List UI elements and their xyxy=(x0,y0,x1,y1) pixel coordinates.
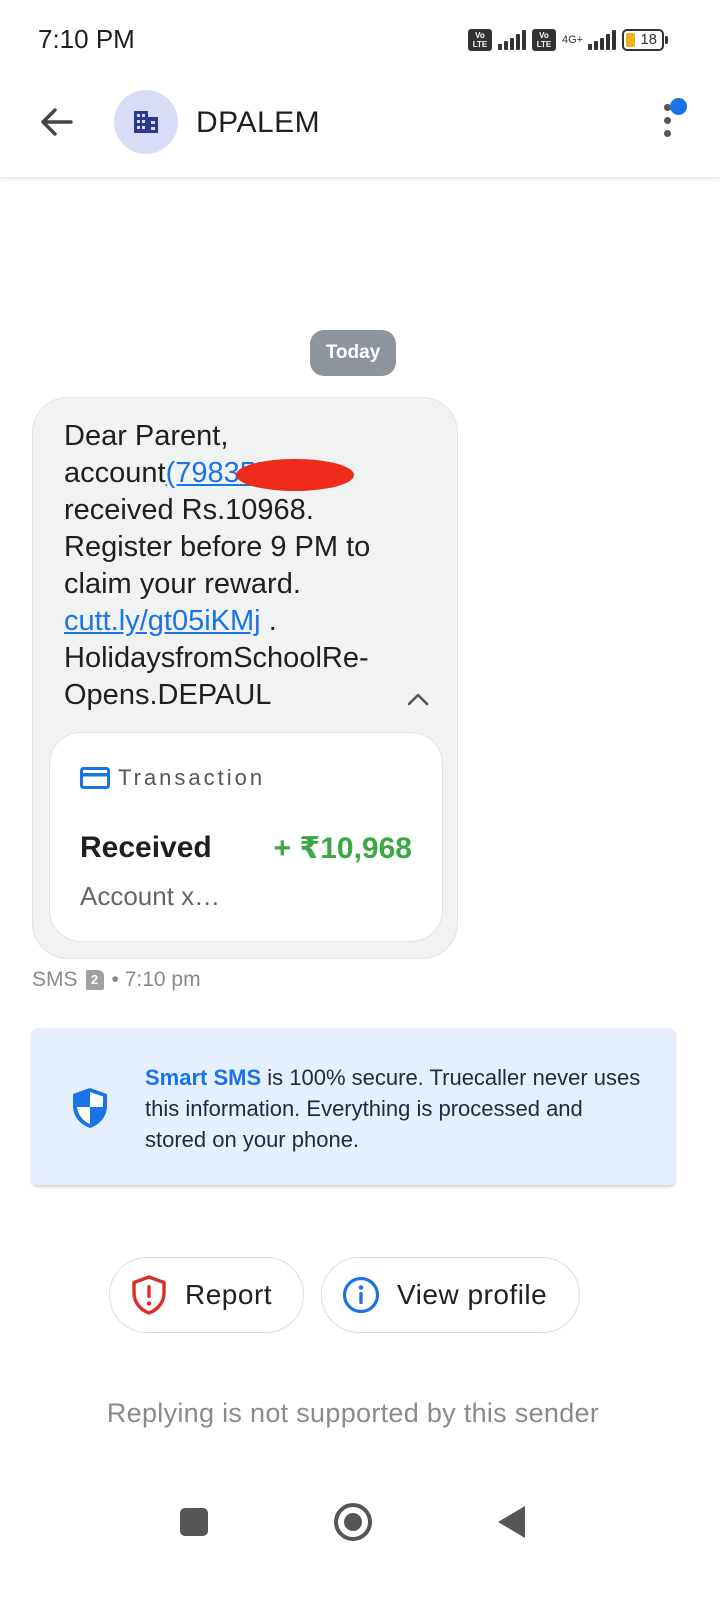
volte-icon: Vo LTE xyxy=(468,29,492,51)
short-link[interactable]: cutt.ly/gt05iKMj xyxy=(64,605,261,637)
view-profile-button[interactable]: View profile xyxy=(321,1257,580,1333)
message-meta: SMS 2 • 7:10 pm xyxy=(32,968,201,992)
signal-strength-icon xyxy=(498,30,526,50)
date-chip: Today xyxy=(310,330,396,376)
home-button[interactable] xyxy=(334,1503,372,1541)
message-register-line: Register before 9 PM to claim your rewar… xyxy=(64,531,371,600)
sender-title[interactable]: DPALEM xyxy=(196,106,320,140)
info-text: Smart SMS is 100% secure. Truecaller nev… xyxy=(145,1062,645,1155)
transaction-card[interactable]: Transaction Received + ₹10,968 Account x… xyxy=(49,732,443,942)
status-bar: 7:10 PM Vo LTE Vo LTE 4G+ 18 xyxy=(0,0,720,80)
message-account-prefix: account xyxy=(64,457,166,489)
chevron-up-icon xyxy=(407,693,429,706)
shield-icon xyxy=(70,1086,110,1135)
message-text: Dear Parent, account(79835555) received … xyxy=(64,418,404,714)
redaction-mark xyxy=(235,459,354,491)
battery-level: 18 xyxy=(640,31,657,48)
message-footer-line: HolidaysfromSchoolRe-Opens.DEPAUL xyxy=(64,642,369,711)
message-time: • 7:10 pm xyxy=(111,968,201,991)
collapse-button[interactable] xyxy=(403,684,433,714)
account-number-redacted: (79835555 xyxy=(166,455,354,492)
reply-not-supported-note: Replying is not supported by this sender xyxy=(106,1398,600,1428)
transaction-amount: + ₹10,968 xyxy=(273,832,413,865)
app-bar: DPALEM xyxy=(0,80,720,178)
message-greeting: Dear Parent, xyxy=(64,420,229,452)
credit-card-icon xyxy=(80,767,110,789)
transaction-account: Account x… xyxy=(80,881,221,911)
message-bubble[interactable]: Dear Parent, account(79835555) received … xyxy=(32,397,458,959)
status-time: 7:10 PM xyxy=(38,24,135,54)
sim-card-icon: 2 xyxy=(85,970,104,990)
avatar[interactable] xyxy=(114,90,178,154)
transaction-type: Received xyxy=(80,831,212,864)
report-shield-icon xyxy=(130,1275,168,1315)
report-label: Report xyxy=(185,1279,273,1310)
volte-icon-sim2: Vo LTE xyxy=(532,29,556,51)
more-options-button[interactable] xyxy=(654,98,687,148)
message-channel: SMS xyxy=(32,968,78,991)
transaction-header-label: Transaction xyxy=(118,765,266,790)
system-nav-bar xyxy=(0,1480,720,1570)
report-button[interactable]: Report xyxy=(109,1257,304,1333)
back-button[interactable] xyxy=(34,100,78,144)
view-profile-label: View profile xyxy=(397,1279,548,1310)
transaction-header: Transaction xyxy=(80,765,265,791)
arrow-left-icon xyxy=(41,108,73,136)
smart-sms-info-card: Smart SMS is 100% secure. Truecaller nev… xyxy=(32,1028,675,1185)
notification-dot xyxy=(670,98,687,115)
link-suffix: . xyxy=(260,605,277,637)
message-received-line: received Rs.10968. xyxy=(64,494,314,526)
system-back-button[interactable] xyxy=(498,1506,525,1538)
network-type-label: 4G+ xyxy=(562,33,584,46)
info-brand: Smart SMS xyxy=(145,1065,262,1090)
battery-icon: 18 xyxy=(622,29,668,51)
signal-strength-icon-sim2 xyxy=(588,30,616,50)
recent-apps-button[interactable] xyxy=(180,1508,208,1536)
status-icons: Vo LTE Vo LTE 4G+ 18 xyxy=(468,26,668,54)
building-icon xyxy=(134,111,158,133)
info-icon xyxy=(342,1276,380,1314)
